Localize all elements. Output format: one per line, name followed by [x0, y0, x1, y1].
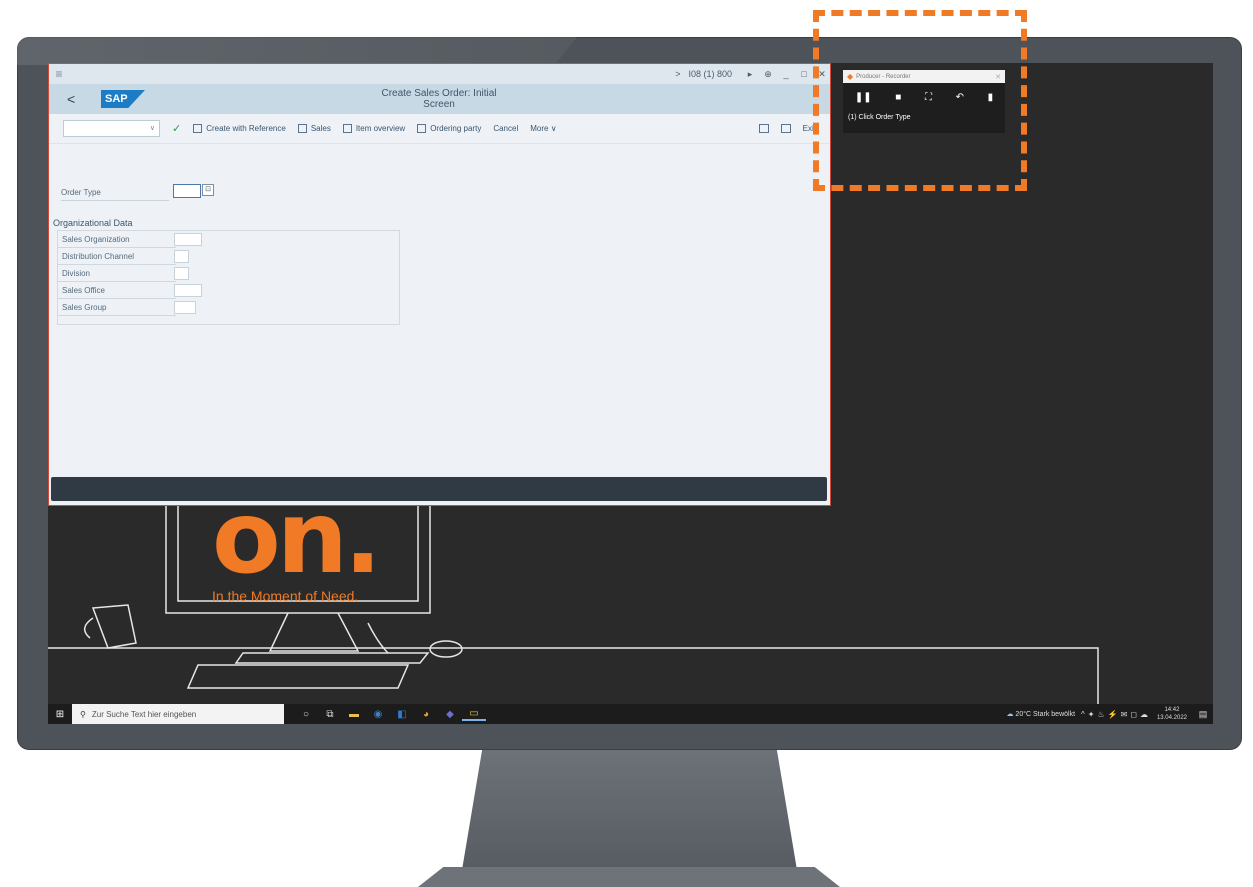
windows-start-icon[interactable]: ⊞: [48, 709, 72, 720]
task-view-icon[interactable]: ⧉: [318, 709, 342, 720]
taskbar-search[interactable]: ⚲ Zur Suche Text hier eingeben: [72, 704, 284, 724]
more-label: More: [530, 124, 549, 133]
notification-icon[interactable]: ▤: [1195, 709, 1211, 720]
sap-app-icon[interactable]: ▭: [462, 708, 486, 721]
org-data-title: Organizational Data: [53, 218, 133, 228]
page-title: Create Sales Order: Initial Screen: [381, 88, 497, 110]
more-button[interactable]: More ∨: [530, 124, 556, 133]
create-with-reference-button[interactable]: Create with Reference: [193, 124, 286, 133]
org-data-group: Sales Organization Distribution Channel …: [57, 230, 400, 325]
ordering-party-label: Ordering party: [430, 124, 482, 133]
division-label: Division: [62, 269, 91, 278]
sales-button[interactable]: Sales: [297, 124, 331, 133]
clock[interactable]: 14:42 13.04.2022: [1157, 706, 1187, 722]
order-type-underline: [61, 200, 169, 201]
tray-icons[interactable]: ^✦♨⚡✉◻☁: [1081, 710, 1151, 719]
lock-icon[interactable]: ⊕: [760, 69, 776, 80]
outlook-icon[interactable]: ◧: [390, 709, 414, 720]
system-tray: ☁ 20°C Stark bewölkt ^✦♨⚡✉◻☁ 14:42 13.04…: [1006, 706, 1213, 722]
settings-icon[interactable]: [780, 124, 791, 133]
browser-icon[interactable]: ◉: [366, 709, 390, 720]
grid-icon: [342, 124, 352, 133]
ordering-party-button[interactable]: Ordering party: [417, 124, 481, 133]
monitor-stand: [462, 750, 797, 870]
highlight-frame: [813, 10, 1027, 191]
chevron-down-icon: ∨: [550, 124, 557, 133]
sap-logo: SAP: [101, 90, 145, 108]
play-icon[interactable]: ▸: [742, 69, 758, 80]
command-field[interactable]: ∨: [63, 120, 160, 137]
search-icon: ⚲: [80, 709, 86, 719]
item-overview-label: Item overview: [355, 124, 406, 133]
sales-group-input[interactable]: [174, 301, 196, 314]
sap-shell-header: < SAP Create Sales Order: Initial Screen: [49, 84, 830, 114]
sales-office-input[interactable]: [174, 284, 202, 297]
print-icon[interactable]: [758, 124, 769, 133]
chevron-right-icon[interactable]: >: [675, 69, 680, 79]
weather-icon[interactable]: ☁: [1006, 710, 1013, 718]
sales-office-label: Sales Office: [62, 286, 105, 295]
teams-icon[interactable]: ◆: [438, 709, 462, 720]
item-overview-button[interactable]: Item overview: [342, 124, 406, 133]
chevron-down-icon: ∨: [149, 125, 155, 132]
row-divider: [58, 281, 176, 282]
cancel-button[interactable]: Cancel: [493, 124, 518, 133]
clock-time: 14:42: [1164, 707, 1180, 713]
file-explorer-icon[interactable]: ▬: [342, 709, 366, 720]
system-info: I08 (1) 800: [688, 69, 732, 79]
chrome-icon[interactable]: ◕: [414, 709, 438, 720]
back-button[interactable]: <: [67, 91, 89, 107]
weather-text[interactable]: 20°C Stark bewölkt: [1015, 711, 1075, 718]
row-divider: [58, 298, 176, 299]
search-placeholder: Zur Suche Text hier eingeben: [91, 709, 197, 719]
toolbar-right: Exit: [758, 124, 816, 133]
cortana-icon[interactable]: ○: [294, 709, 318, 720]
stage: on. In the Moment of Need. ≡ > I08 (1) 8…: [0, 0, 1253, 887]
sap-window: ≡ > I08 (1) 800 ▸ ⊕ _ □ ✕ < SAP Create S…: [48, 63, 831, 506]
minimize-button[interactable]: _: [778, 69, 794, 79]
sap-form-body: Order Type ⊡ Organizational Data Sales O…: [49, 144, 830, 474]
create-with-reference-label: Create with Reference: [206, 124, 286, 133]
order-type-input[interactable]: [173, 184, 201, 198]
taskbar: ⊞ ⚲ Zur Suche Text hier eingeben ○ ⧉ ▬ ◉…: [48, 704, 1213, 724]
sales-org-label: Sales Organization: [62, 235, 130, 244]
status-bar: [51, 477, 827, 501]
sales-org-input[interactable]: [174, 233, 202, 246]
desktop-screen: on. In the Moment of Need. ≡ > I08 (1) 8…: [48, 63, 1213, 724]
distribution-channel-label: Distribution Channel: [62, 252, 135, 261]
grid-icon: [417, 124, 427, 133]
division-input[interactable]: [174, 267, 189, 280]
hamburger-menu-icon[interactable]: ≡: [49, 67, 69, 81]
wallpaper-tagline: In the Moment of Need.: [212, 588, 359, 604]
taskbar-apps: ○ ⧉ ▬ ◉ ◧ ◕ ◆ ▭: [294, 708, 486, 721]
value-help-icon[interactable]: ⊡: [202, 184, 214, 196]
row-divider: [58, 264, 176, 265]
sales-label: Sales: [310, 124, 331, 133]
sap-title-bar: ≡ > I08 (1) 800 ▸ ⊕ _ □ ✕: [49, 64, 830, 84]
clock-date: 13.04.2022: [1156, 715, 1187, 721]
sales-group-label: Sales Group: [62, 303, 107, 312]
distribution-channel-input[interactable]: [174, 250, 189, 263]
monitor-base: [418, 867, 840, 887]
maximize-button[interactable]: □: [796, 69, 812, 79]
row-divider: [58, 315, 176, 316]
monitor-shine: [17, 37, 577, 65]
sap-toolbar: ∨ ✓ Create with Reference Sales Item ove…: [49, 114, 830, 144]
check-icon[interactable]: ✓: [172, 122, 181, 135]
row-divider: [58, 247, 176, 248]
order-type-label: Order Type: [61, 188, 101, 197]
document-icon: [193, 124, 203, 133]
grid-icon: [297, 124, 307, 133]
